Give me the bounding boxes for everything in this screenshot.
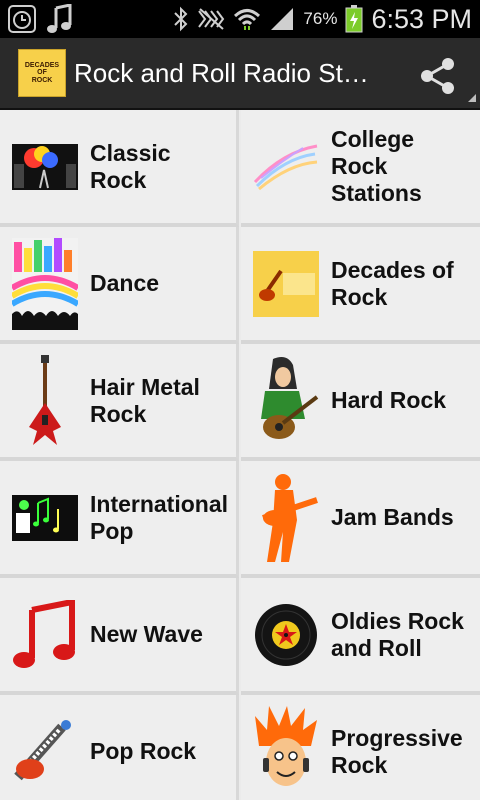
station-item-college-rock[interactable]: College Rock Stations xyxy=(241,110,480,227)
logo-line-1: DECADES xyxy=(24,61,60,69)
status-bar: 76% 6:53 PM xyxy=(0,0,480,38)
battery-charging-icon xyxy=(345,5,363,33)
stage-concert-image xyxy=(12,121,78,213)
station-item-international-pop[interactable]: International Pop xyxy=(0,461,239,578)
app-logo: DECADES OF ROCK xyxy=(18,49,66,97)
vinyl-record-image xyxy=(253,589,319,681)
station-item-decades-of-rock[interactable]: Decades of Rock xyxy=(241,227,480,344)
station-item-hair-metal[interactable]: Hair Metal Rock xyxy=(0,344,239,461)
app-title: Rock and Roll Radio St… xyxy=(74,57,369,88)
station-label: Hair Metal Rock xyxy=(90,373,200,427)
station-item-oldies[interactable]: Oldies Rock and Roll xyxy=(241,578,480,695)
logo-line-2: OF xyxy=(37,69,47,77)
station-label: Pop Rock xyxy=(90,738,197,764)
battery-percent: 76% xyxy=(303,9,338,28)
station-item-jam-bands[interactable]: Jam Bands xyxy=(241,461,480,578)
station-label: International Pop xyxy=(90,490,229,544)
red-electric-guitar-image xyxy=(12,354,78,447)
dance-party-image xyxy=(12,237,78,330)
station-item-classic-rock[interactable]: Classic Rock xyxy=(0,110,239,227)
logo-line-3: ROCK xyxy=(31,76,53,84)
keytar-image xyxy=(12,706,78,798)
station-grid: Classic Rock College Rock Stations Dance… xyxy=(0,110,480,800)
station-label: Jam Bands xyxy=(331,504,454,530)
station-item-pop-rock[interactable]: Pop Rock xyxy=(0,695,239,800)
music-notes-image xyxy=(12,472,78,564)
overflow-indicator xyxy=(468,94,476,102)
station-label: College Rock Stations xyxy=(331,126,422,206)
station-item-hard-rock[interactable]: Hard Rock xyxy=(241,344,480,461)
red-music-note-image xyxy=(12,589,78,681)
music-note-icon xyxy=(47,4,72,33)
station-item-dance[interactable]: Dance xyxy=(0,227,239,344)
station-item-new-wave[interactable]: New Wave xyxy=(0,578,239,695)
station-label: New Wave xyxy=(90,621,203,647)
signal-icon xyxy=(271,8,294,30)
share-icon[interactable] xyxy=(418,56,458,96)
bluetooth-icon xyxy=(174,6,188,32)
station-label: Hard Rock xyxy=(331,387,447,413)
rocker-guitarist-image xyxy=(253,355,319,447)
station-label: Progressive Rock xyxy=(331,724,463,778)
alarm-icon xyxy=(8,5,36,33)
pastel-swirl-image xyxy=(253,121,319,213)
wifi-icon xyxy=(234,9,261,30)
action-bar: DECADES OF ROCK Rock and Roll Radio St… xyxy=(0,38,480,110)
decades-of-rock-logo xyxy=(253,238,319,330)
orange-hair-character-image xyxy=(253,705,319,798)
guitarist-silhouette-image xyxy=(253,472,319,564)
station-label: Decades of Rock xyxy=(331,256,454,310)
clock: 6:53 PM xyxy=(371,3,472,34)
station-label: Oldies Rock and Roll xyxy=(331,607,464,661)
station-label: Classic Rock xyxy=(90,139,171,193)
station-label: Dance xyxy=(90,270,160,296)
mute-icon xyxy=(198,8,225,30)
station-item-progressive-rock[interactable]: Progressive Rock xyxy=(241,695,480,800)
